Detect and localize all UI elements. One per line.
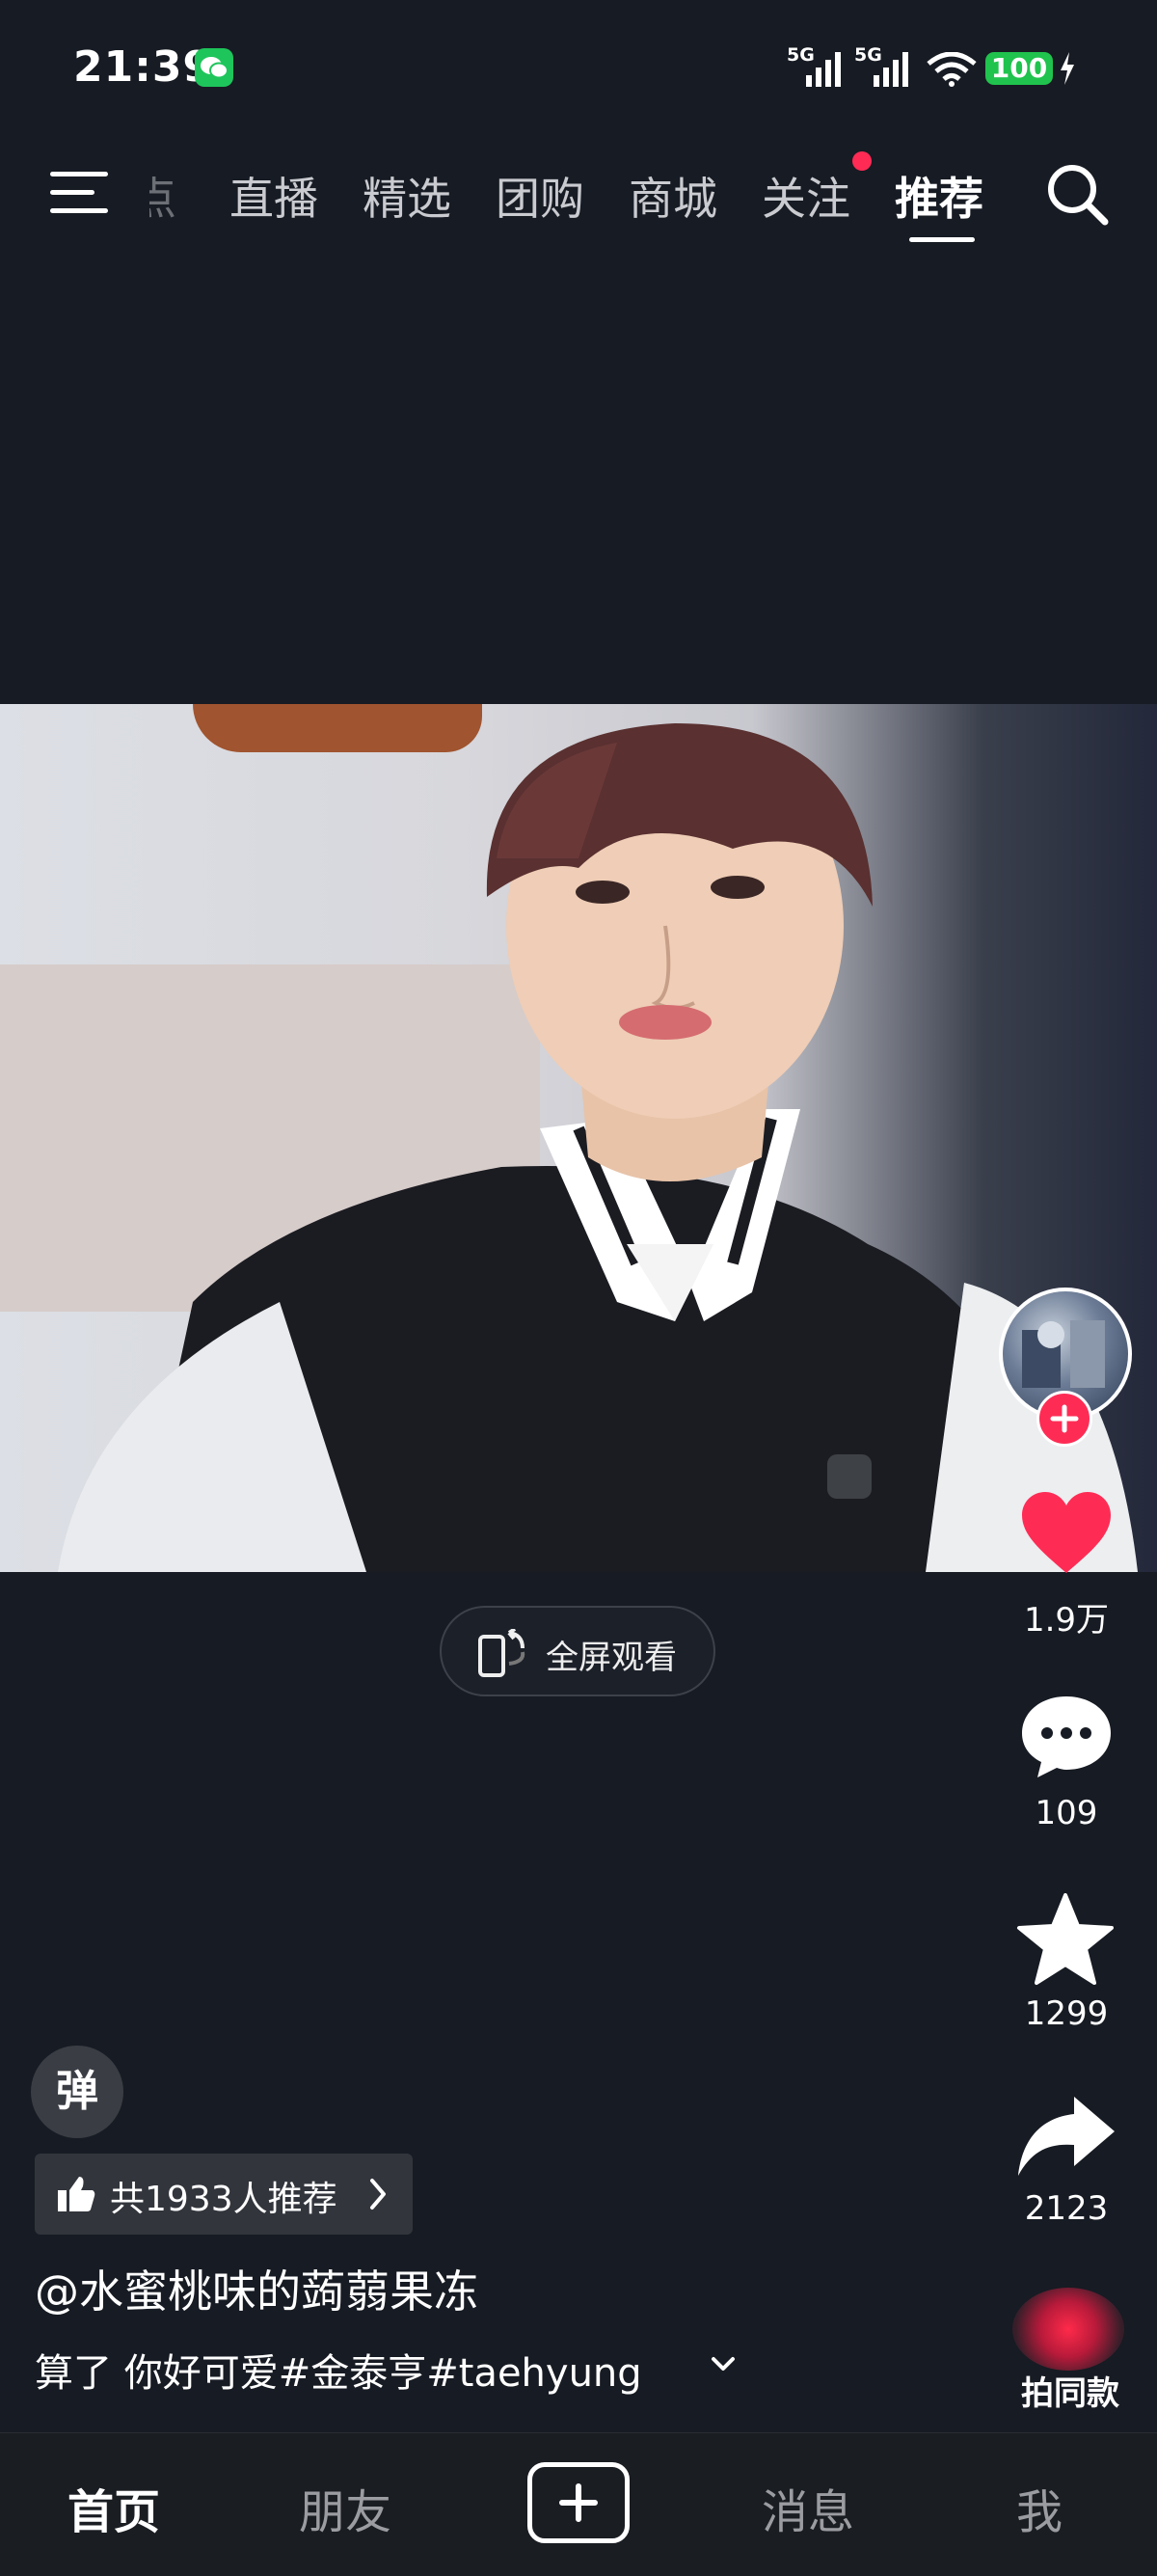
active-tab-indicator	[909, 237, 975, 242]
search-icon[interactable]	[1043, 160, 1111, 228]
bottom-navigation: 首页 朋友 消息 我	[0, 2432, 1157, 2576]
wifi-icon	[926, 51, 978, 91]
comment-icon[interactable]	[1020, 1693, 1113, 1783]
favorite-count: 1299	[1024, 1994, 1109, 2033]
chevron-down-icon[interactable]	[708, 2353, 739, 2380]
follow-add-button[interactable]	[1036, 1391, 1092, 1447]
fullscreen-button[interactable]: 全屏观看	[440, 1606, 715, 1696]
menu-icon[interactable]	[50, 168, 110, 218]
comment-count: 109	[1035, 1794, 1098, 1832]
tab-featured[interactable]: 精选	[363, 164, 451, 228]
music-disc-icon	[1012, 2288, 1124, 2371]
thumbs-up-icon	[58, 2177, 95, 2211]
share-count: 2123	[1024, 2189, 1109, 2228]
nav-me[interactable]: 我	[1016, 2474, 1063, 2541]
create-button[interactable]	[527, 2462, 630, 2543]
nav-home[interactable]: 首页	[67, 2474, 160, 2541]
like-heart-icon[interactable]	[1020, 1490, 1113, 1581]
fullscreen-label: 全屏观看	[546, 1639, 677, 1677]
battery-indicator: 100	[985, 52, 1053, 85]
like-count: 1.9万	[1023, 1601, 1110, 1640]
plus-icon	[559, 2483, 598, 2522]
danmaku-toggle-button[interactable]: 弹	[31, 2046, 123, 2138]
following-notification-dot	[852, 151, 872, 171]
tab-live[interactable]: 直播	[229, 164, 318, 228]
tab-mall[interactable]: 商城	[629, 164, 717, 228]
wechat-notification-icon	[195, 48, 233, 87]
author-name[interactable]: @水蜜桃味的蒟蒻果冻	[35, 2257, 478, 2320]
nav-friends[interactable]: 朋友	[299, 2474, 391, 2541]
rotate-phone-icon	[478, 1629, 525, 1677]
video-player[interactable]	[0, 704, 1157, 1572]
charging-bolt-icon	[1059, 52, 1076, 89]
same-style-label: 拍同款	[1021, 2374, 1119, 2413]
recommend-label: 共1933人推荐	[110, 2180, 337, 2219]
share-arrow-icon[interactable]	[1016, 2093, 1117, 2183]
video-caption: 算了 你好可爱#金泰亨#taehyung	[35, 2351, 642, 2396]
tab-recommended[interactable]: 推荐	[895, 164, 983, 228]
status-time: 21:39	[73, 42, 214, 92]
tab-group-buy[interactable]: 团购	[496, 164, 584, 228]
favorite-star-icon[interactable]	[1016, 1893, 1115, 1990]
recommend-chip[interactable]: 共1933人推荐	[35, 2154, 413, 2235]
nav-messages[interactable]: 消息	[762, 2474, 854, 2541]
tab-partial[interactable]: 点	[149, 164, 176, 228]
same-style-button[interactable]: 拍同款	[1003, 2288, 1138, 2413]
tab-following[interactable]: 关注	[762, 164, 850, 228]
chevron-right-icon	[370, 2179, 386, 2210]
